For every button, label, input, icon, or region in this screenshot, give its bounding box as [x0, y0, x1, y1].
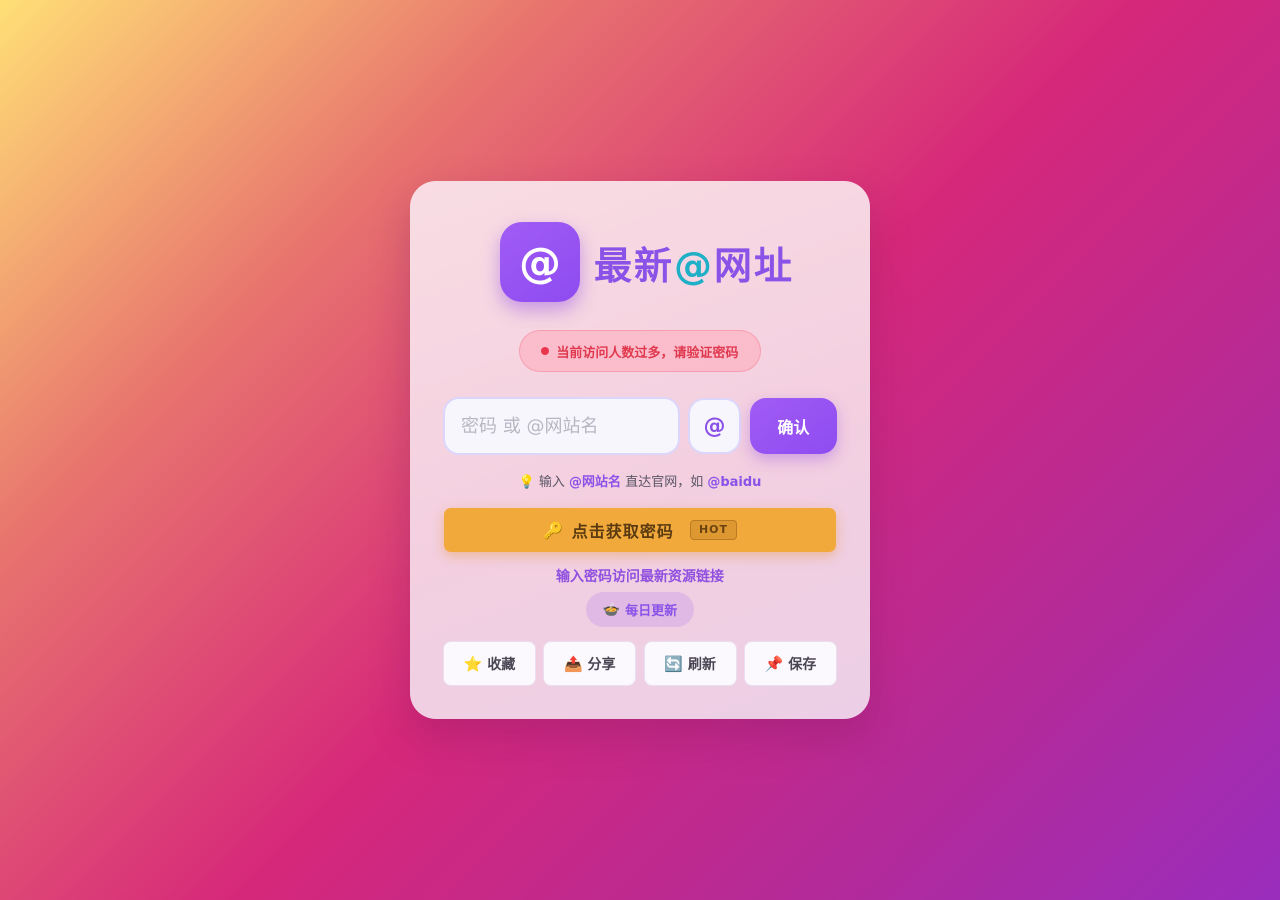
hint-text-1: 输入: [538, 475, 565, 490]
get-password-label: 点击获取密码: [571, 522, 674, 541]
password-input[interactable]: [443, 397, 680, 455]
key-icon: 🔑: [543, 520, 564, 540]
hot-badge: HOT: [689, 520, 737, 540]
at-button[interactable]: @: [688, 398, 741, 454]
hint-highlight-example: @baidu: [707, 475, 762, 490]
star-icon: ⭐: [463, 654, 483, 673]
refresh-button[interactable]: 🔄 刷新: [643, 641, 737, 686]
daily-update-badge: 🍲 每日更新: [586, 592, 694, 627]
title-part-2: 网址: [714, 243, 795, 288]
title-accent: @: [674, 243, 715, 288]
pot-icon: 🍲: [602, 601, 621, 618]
title-part-1: 最新: [594, 243, 675, 288]
confirm-button[interactable]: 确认: [750, 398, 837, 454]
red-dot-icon: [541, 347, 550, 355]
outbox-icon: 📤: [563, 654, 583, 673]
save-button[interactable]: 📌 保存: [743, 641, 837, 686]
visit-notice-badge: 当前访问人数过多，请验证密码: [519, 330, 761, 372]
at-logo-icon: @: [500, 222, 580, 302]
get-password-button[interactable]: 🔑 点击获取密码 HOT: [444, 508, 836, 552]
share-button[interactable]: 📤 分享: [543, 641, 637, 686]
site-title: 最新@网址: [594, 235, 794, 290]
daily-update-label: 每日更新: [625, 604, 678, 619]
refresh-icon: 🔄: [664, 654, 683, 673]
tagline: 输入密码访问最新资源链接: [556, 569, 724, 585]
favorite-label: 收藏: [487, 656, 516, 673]
notice-text: 当前访问人数过多，请验证密码: [556, 345, 739, 361]
save-label: 保存: [788, 656, 817, 673]
hint-text: 💡 输入 @网站名 直达官网，如 @baidu: [410, 471, 870, 490]
lightbulb-icon: 💡: [518, 475, 535, 490]
favorite-button[interactable]: ⭐ 收藏: [443, 641, 536, 686]
refresh-label: 刷新: [688, 656, 716, 673]
hint-text-2: 直达官网，如: [625, 475, 704, 490]
share-label: 分享: [587, 656, 616, 673]
hint-highlight-site: @网站名: [569, 475, 622, 490]
pushpin-icon: 📌: [764, 654, 784, 673]
verify-card: @ 最新@网址 当前访问人数过多，请验证密码 @ 确认 💡 输入 @网站名 直达…: [410, 181, 870, 719]
brand-header: @ 最新@网址: [500, 222, 794, 302]
action-bar: ⭐ 收藏 📤 分享 🔄 刷新 📌 保存: [443, 641, 837, 686]
